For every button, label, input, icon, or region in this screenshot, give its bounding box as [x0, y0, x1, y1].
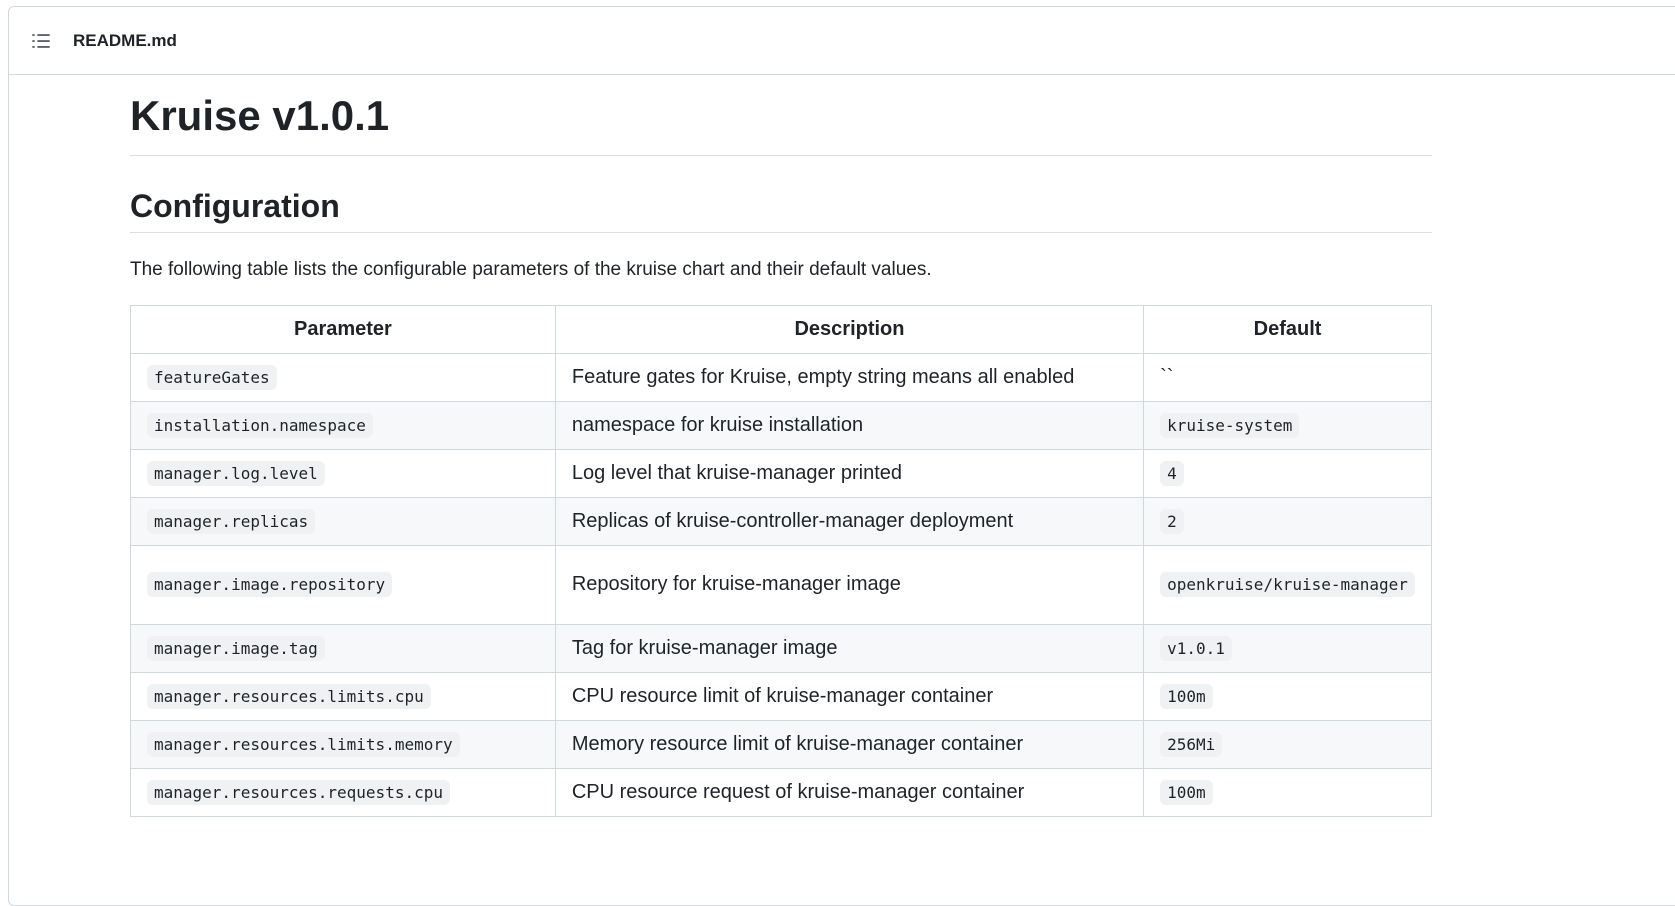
default-code: kruise-system: [1160, 412, 1300, 438]
description-cell: Log level that kruise-manager printed: [554, 448, 1145, 498]
default-cell: kruise-system: [1143, 400, 1432, 450]
default-code: 256Mi: [1160, 731, 1223, 757]
table-row: manager.resources.limits.cpu CPU resourc…: [130, 671, 1432, 721]
default-cell: 256Mi: [1143, 719, 1432, 769]
file-name: README.md: [73, 30, 177, 50]
description-cell: Feature gates for Kruise, empty string m…: [554, 352, 1145, 402]
param-code: manager.resources.limits.cpu: [147, 683, 431, 709]
default-cell: openkruise/kruise-manager: [1143, 544, 1432, 625]
param-code: manager.image.repository: [147, 572, 393, 597]
param-cell: manager.image.repository: [130, 544, 556, 625]
default-value: ``: [1160, 365, 1174, 388]
default-code: 100m: [1160, 683, 1213, 709]
default-cell: 4: [1143, 448, 1432, 498]
table-row: featureGates Feature gates for Kruise, e…: [130, 352, 1432, 402]
section-heading: Configuration: [130, 186, 1432, 233]
header-description: Description: [554, 304, 1145, 354]
param-code: manager.resources.requests.cpu: [147, 779, 450, 805]
default-code: 2: [1160, 508, 1184, 534]
config-table: Parameter Description Default featureGat…: [130, 304, 1432, 817]
intro-paragraph: The following table lists the configurab…: [130, 258, 932, 280]
description-cell: namespace for kruise installation: [554, 400, 1145, 450]
description-cell: Repository for kruise-manager image: [554, 544, 1145, 625]
table-row: installation.namespace namespace for kru…: [130, 400, 1432, 450]
default-cell: ``: [1143, 352, 1432, 402]
default-cell: v1.0.1: [1143, 623, 1432, 673]
param-code: installation.namespace: [147, 412, 373, 438]
description-cell: Replicas of kruise-controller-manager de…: [554, 496, 1145, 546]
table-row: manager.resources.limits.memory Memory r…: [130, 719, 1432, 769]
param-code: manager.resources.limits.memory: [147, 731, 460, 757]
default-cell: 2: [1143, 496, 1432, 546]
table-header-row: Parameter Description Default: [130, 304, 1432, 354]
default-code: 100m: [1160, 779, 1213, 805]
default-code: v1.0.1: [1160, 635, 1232, 661]
default-code: 4: [1160, 460, 1184, 486]
param-code: manager.image.tag: [147, 635, 325, 661]
table-row: manager.replicas Replicas of kruise-cont…: [130, 496, 1432, 546]
description-cell: CPU resource request of kruise-manager c…: [554, 767, 1145, 817]
description-cell: Tag for kruise-manager image: [554, 623, 1145, 673]
param-code: featureGates: [147, 364, 277, 390]
table-row: manager.log.level Log level that kruise-…: [130, 448, 1432, 498]
header-parameter: Parameter: [130, 304, 556, 354]
default-cell: 100m: [1143, 767, 1432, 817]
page-title: Kruise v1.0.1: [130, 90, 1432, 156]
param-cell: manager.resources.limits.memory: [130, 719, 556, 769]
param-cell: featureGates: [130, 352, 556, 402]
default-cell: 100m: [1143, 671, 1432, 721]
list-unordered-icon[interactable]: [31, 31, 51, 51]
description-cell: CPU resource limit of kruise-manager con…: [554, 671, 1145, 721]
param-code: manager.replicas: [147, 508, 316, 534]
param-cell: manager.image.tag: [130, 623, 556, 673]
param-cell: manager.resources.requests.cpu: [130, 767, 556, 817]
markdown-body: Kruise v1.0.1 Configuration The followin…: [130, 80, 1432, 817]
param-cell: manager.log.level: [130, 448, 556, 498]
param-cell: manager.resources.limits.cpu: [130, 671, 556, 721]
table-row: manager.image.tag Tag for kruise-manager…: [130, 623, 1432, 673]
table-row: manager.resources.requests.cpu CPU resou…: [130, 767, 1432, 817]
description-cell: Memory resource limit of kruise-manager …: [554, 719, 1145, 769]
default-code: openkruise/kruise-manager: [1160, 572, 1415, 597]
param-cell: manager.replicas: [130, 496, 556, 546]
table-row: manager.image.repository Repository for …: [130, 544, 1432, 625]
file-header: README.md: [9, 7, 1675, 75]
param-cell: installation.namespace: [130, 400, 556, 450]
param-code: manager.log.level: [147, 460, 325, 486]
header-default: Default: [1143, 304, 1432, 354]
